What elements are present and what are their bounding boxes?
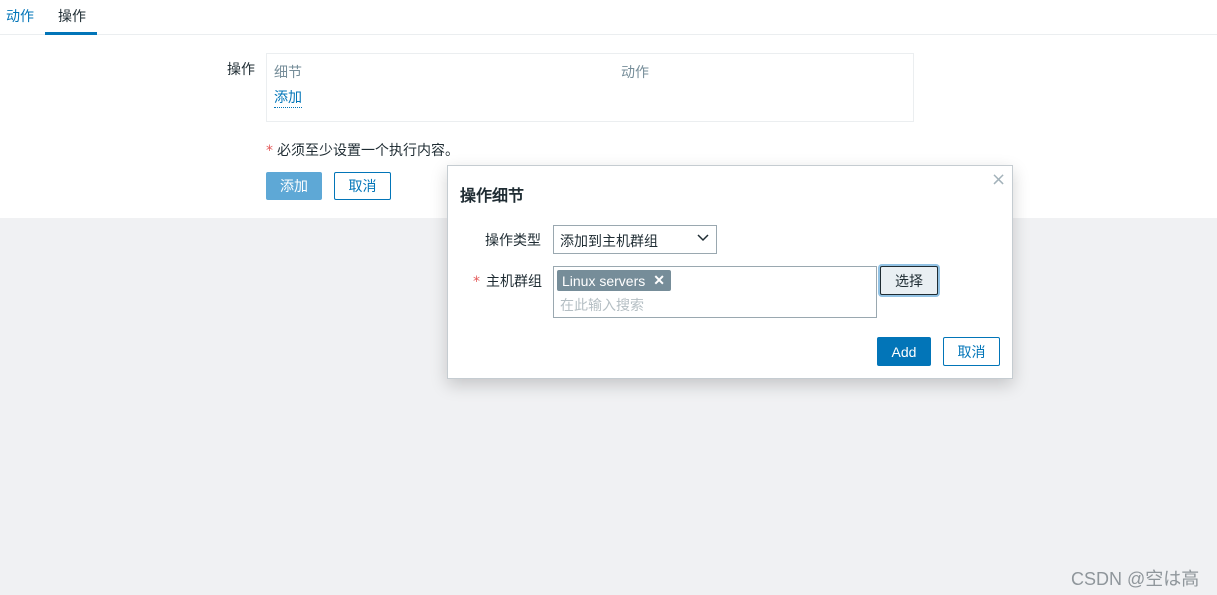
tab-actions[interactable]: 动作 [6, 6, 34, 26]
watermark: CSDN @空は高 [1071, 569, 1200, 589]
tag-label: Linux servers [562, 272, 646, 289]
column-header-action: 动作 [621, 65, 649, 81]
required-star: * [473, 274, 480, 290]
required-note-text: 必须至少设置一个执行内容。 [277, 143, 459, 159]
host-group-label-text: 主机群组 [486, 274, 542, 290]
tab-bar: 动作 操作 [0, 0, 1217, 35]
remove-icon[interactable]: ✕ [653, 272, 665, 289]
operation-type-value: 添加到主机群组 [560, 234, 658, 250]
cancel-button[interactable]: 取消 [334, 172, 391, 200]
selected-tag: Linux servers ✕ [557, 270, 671, 291]
tab-operations[interactable]: 操作 [58, 6, 86, 26]
host-group-multiselect[interactable]: Linux servers ✕ 在此输入搜索 [553, 266, 877, 318]
close-icon[interactable]: × [991, 170, 1006, 190]
required-star: * [266, 143, 273, 159]
host-group-label: * 主机群组 [473, 271, 542, 291]
dialog-title: 操作细节 [460, 186, 525, 205]
chevron-down-icon [697, 234, 709, 242]
dialog-add-button[interactable]: Add [877, 337, 931, 366]
operation-type-select[interactable]: 添加到主机群组 [553, 225, 717, 254]
operation-details-dialog: 操作细节 × 操作类型 添加到主机群组 * 主机群组 Linux servers … [447, 165, 1013, 379]
add-operation-link[interactable]: 添加 [274, 90, 302, 108]
select-button[interactable]: 选择 [880, 266, 938, 295]
active-tab-indicator [45, 32, 97, 35]
column-header-details: 细节 [274, 65, 302, 81]
operation-type-label: 操作类型 [485, 233, 541, 249]
operations-label: 操作 [227, 62, 255, 78]
add-button[interactable]: 添加 [266, 172, 322, 200]
search-input[interactable]: 在此输入搜索 [560, 295, 644, 315]
operations-table: 细节 动作 添加 [266, 53, 914, 122]
required-note: * 必须至少设置一个执行内容。 [266, 140, 459, 160]
dialog-cancel-button[interactable]: 取消 [943, 337, 1000, 366]
